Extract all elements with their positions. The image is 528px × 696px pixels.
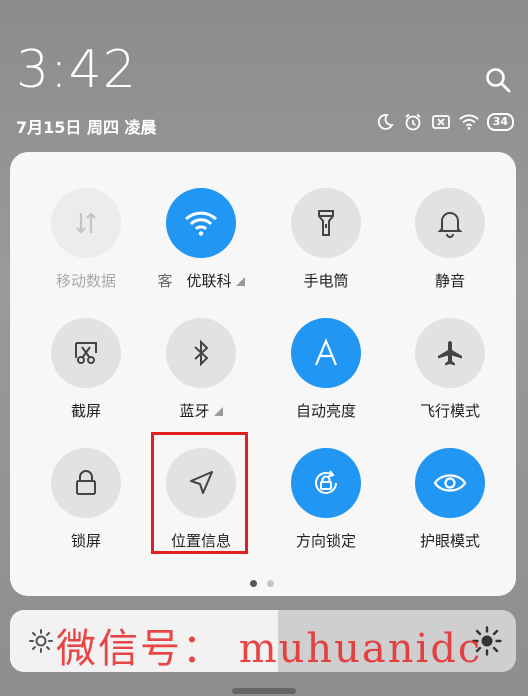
watermark-text: 微信号： muhuanidc — [56, 626, 483, 672]
page-dot-1[interactable] — [250, 580, 257, 587]
page-dot-2[interactable] — [267, 580, 274, 587]
tile-label-prefix: 客 — [157, 272, 173, 290]
airplane-icon — [415, 318, 485, 388]
moon-icon — [375, 112, 395, 132]
battery-indicator: 34 — [486, 113, 514, 131]
clock-date: 7月15日 周四 凌晨 — [16, 118, 157, 137]
home-indicator[interactable] — [232, 688, 296, 694]
tile-label: 截屏 — [70, 402, 101, 420]
highlight-box — [151, 432, 248, 554]
tile-label: 静音 — [434, 272, 465, 290]
tile-label: 自动亮度 — [295, 402, 356, 420]
clock-time: 3:42 — [16, 40, 137, 100]
tile-label: 锁屏 — [70, 532, 101, 550]
brightness-low-icon — [28, 628, 54, 654]
wifi-icon — [166, 188, 236, 258]
status-bar: 34 — [375, 112, 514, 132]
quick-settings-panel: 移动数据 客优联科 手电筒 静音 截屏 蓝牙 自动亮度 飞行模式 锁屏 位置信息… — [10, 152, 516, 596]
expand-icon[interactable] — [235, 277, 245, 286]
tile-label: 方向锁定 — [295, 532, 356, 550]
tile-airplane-mode[interactable]: 飞行模式 — [390, 318, 510, 421]
alarm-icon — [403, 112, 423, 132]
flashlight-icon — [291, 188, 361, 258]
page-indicator — [250, 580, 274, 587]
rotation-lock-icon — [291, 448, 361, 518]
tile-label: 护眼模式 — [419, 532, 480, 550]
tile-eye-comfort[interactable]: 护眼模式 — [390, 448, 510, 551]
tile-rotation-lock[interactable]: 方向锁定 — [266, 448, 386, 551]
tile-label: 手电筒 — [303, 272, 349, 290]
screenshot-icon — [51, 318, 121, 388]
tile-label: 蓝牙 — [141, 400, 261, 421]
tile-auto-brightness[interactable]: 自动亮度 — [266, 318, 386, 421]
tile-screenshot[interactable]: 截屏 — [26, 318, 146, 421]
tile-flashlight[interactable]: 手电筒 — [266, 188, 386, 291]
auto-brightness-icon — [291, 318, 361, 388]
tile-lock-screen[interactable]: 锁屏 — [26, 448, 146, 551]
tile-wifi[interactable]: 客优联科 — [141, 188, 261, 291]
tile-label: 飞行模式 — [419, 402, 480, 420]
tile-bluetooth[interactable]: 蓝牙 — [141, 318, 261, 421]
no-sim-icon — [431, 112, 451, 132]
tile-silent[interactable]: 静音 — [390, 188, 510, 291]
wifi-status-icon — [458, 112, 479, 132]
tile-label: 客优联科 — [141, 270, 261, 291]
tile-label: 移动数据 — [55, 272, 116, 290]
tile-mobile-data[interactable]: 移动数据 — [26, 188, 146, 291]
lock-icon — [51, 448, 121, 518]
mobile-data-icon — [51, 188, 121, 258]
bluetooth-icon — [166, 318, 236, 388]
search-icon[interactable] — [484, 66, 512, 94]
bell-icon — [415, 188, 485, 258]
expand-icon[interactable] — [213, 407, 223, 416]
eye-icon — [415, 448, 485, 518]
